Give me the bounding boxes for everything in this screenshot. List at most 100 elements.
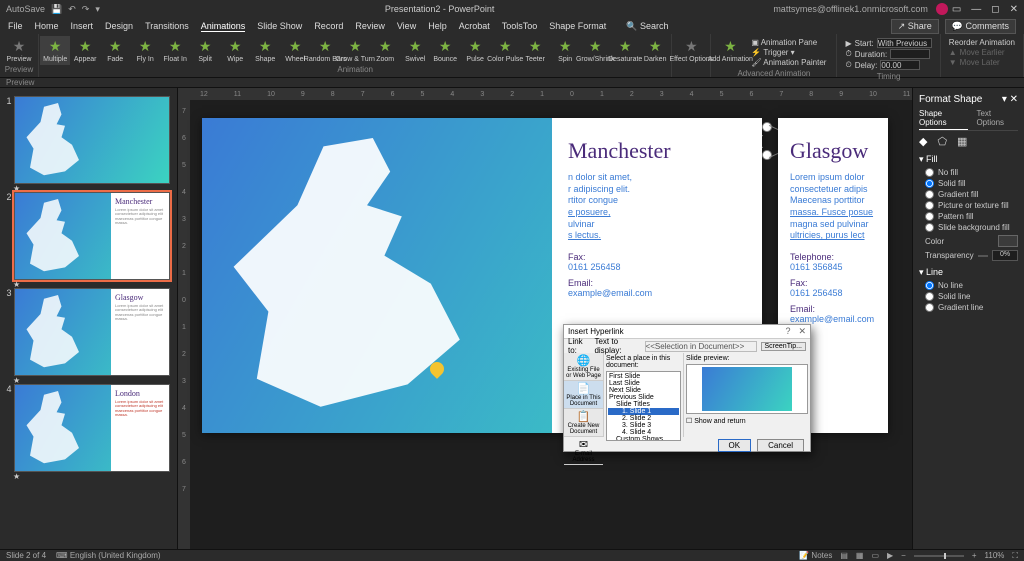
effect-split[interactable]: ★Split	[190, 36, 220, 65]
size-icon[interactable]: ▦	[957, 135, 967, 148]
minimize-icon[interactable]: —	[971, 4, 981, 15]
dialog-help-icon[interactable]: ?	[785, 326, 790, 337]
place-item[interactable]: 4. Slide 4	[608, 429, 679, 436]
place-item[interactable]: Next Slide	[608, 387, 679, 394]
effect-desaturate[interactable]: ★Desaturate	[610, 36, 640, 65]
link-place-in-doc[interactable]: 📄Place in This Document	[564, 381, 603, 409]
uk-map-shape[interactable]	[222, 138, 512, 418]
zoom-in-icon[interactable]: +	[972, 551, 977, 560]
link-create-new[interactable]: 📋Create New Document	[564, 409, 603, 437]
redo-icon[interactable]: ↷	[82, 4, 90, 15]
fill-option[interactable]: Pattern fill	[925, 212, 1018, 221]
tab-shape-options[interactable]: Shape Options	[919, 109, 968, 130]
menu-help[interactable]: Help	[428, 21, 447, 31]
menu-review[interactable]: Review	[355, 21, 385, 31]
line-option[interactable]: No line	[925, 281, 1018, 290]
fill-option[interactable]: Solid fill	[925, 179, 1018, 188]
autosave-toggle[interactable]: AutoSave	[6, 4, 45, 14]
zoom-value[interactable]: 110%	[985, 551, 1005, 560]
place-item[interactable]: 1. Slide 1	[608, 408, 679, 415]
comments-button[interactable]: 💬 Comments	[945, 19, 1016, 34]
animation-gallery[interactable]: ✦None★Multiple★Appear★Fade★Fly In★Float …	[39, 36, 672, 65]
effect-darken[interactable]: ★Darken	[640, 36, 670, 65]
maximize-icon[interactable]: ◻	[991, 4, 999, 15]
view-normal-icon[interactable]: ▤	[840, 551, 848, 560]
color-swatch[interactable]	[998, 235, 1018, 247]
zoom-out-icon[interactable]: −	[901, 551, 906, 560]
effect-fade[interactable]: ★Fade	[100, 36, 130, 65]
effects-icon[interactable]: ⬠	[937, 135, 947, 148]
view-slideshow-icon[interactable]: ▶	[887, 551, 893, 560]
effect-float-in[interactable]: ★Float In	[160, 36, 190, 65]
fill-option[interactable]: Slide background fill	[925, 223, 1018, 232]
fill-option[interactable]: Gradient fill	[925, 190, 1018, 199]
effect-shape[interactable]: ★Shape	[250, 36, 280, 65]
duration-input[interactable]	[890, 49, 930, 59]
fill-option[interactable]: No fill	[925, 168, 1018, 177]
slide-thumbnail-2[interactable]: ManchesterLorem ipsum dolor sit amet con…	[14, 192, 170, 280]
start-select[interactable]	[877, 38, 932, 48]
effect-grow-shrink[interactable]: ★Grow/Shrink	[580, 36, 610, 65]
slide-thumbnail-1[interactable]: ★	[14, 96, 170, 184]
place-item[interactable]: Previous Slide	[608, 394, 679, 401]
place-item[interactable]: Slide Titles	[608, 401, 679, 408]
slide-thumbnail-3[interactable]: GlasgowLorem ipsum dolor sit amet consec…	[14, 288, 170, 376]
link-existing-file[interactable]: 🌐Existing File or Web Page	[564, 353, 603, 381]
view-reading-icon[interactable]: ▭	[871, 551, 879, 560]
menu-file[interactable]: File	[8, 21, 23, 31]
screentip-button[interactable]: ScreenTip...	[761, 342, 806, 351]
save-icon[interactable]: 💾	[51, 4, 62, 15]
ok-button[interactable]: OK	[718, 439, 752, 452]
tab-text-options[interactable]: Text Options	[976, 109, 1018, 130]
user-email[interactable]: mattsymes@offlinek1.onmicrosoft.com	[773, 4, 928, 14]
menu-design[interactable]: Design	[105, 21, 133, 31]
effect-multiple[interactable]: ★Multiple	[40, 36, 70, 65]
menu-animations[interactable]: Animations	[201, 21, 246, 32]
slide-body[interactable]: n dolor sit amet,r adipiscing elit.rtito…	[568, 172, 746, 242]
ribbon-options-icon[interactable]: ▭	[952, 4, 961, 15]
slide-thumbnail-4[interactable]: LondonLorem ipsum dolor sit amet consect…	[14, 384, 170, 472]
cancel-button[interactable]: Cancel	[757, 439, 804, 452]
move-earlier-button[interactable]: ▲ Move Earlier	[949, 48, 1015, 57]
menu-record[interactable]: Record	[314, 21, 343, 31]
effect-swivel[interactable]: ★Swivel	[400, 36, 430, 65]
show-and-return-checkbox[interactable]: ☐ Show and return	[686, 417, 808, 425]
place-item[interactable]: Custom Shows	[608, 436, 679, 441]
effect-options-button[interactable]: ★Effect Options	[676, 36, 706, 65]
move-later-button[interactable]: ▼ Move Later	[949, 58, 1015, 67]
delay-input[interactable]	[880, 60, 920, 70]
effect-fly-in[interactable]: ★Fly In	[130, 36, 160, 65]
language-indicator[interactable]: ⌨ English (United Kingdom)	[56, 551, 161, 560]
effect-zoom[interactable]: ★Zoom	[370, 36, 400, 65]
zoom-slider[interactable]	[914, 555, 964, 557]
animation-painter-button[interactable]: 🖌 Animation Painter	[751, 58, 826, 67]
menu-slideshow[interactable]: Slide Show	[257, 21, 302, 31]
slide-thumbnails-panel[interactable]: 1★2ManchesterLorem ipsum dolor sit amet …	[0, 88, 178, 549]
notes-button[interactable]: 📝 Notes	[799, 551, 832, 560]
menu-home[interactable]: Home	[35, 21, 59, 31]
transparency-slider[interactable]	[978, 255, 988, 257]
menu-acrobat[interactable]: Acrobat	[459, 21, 490, 31]
menu-view[interactable]: View	[397, 21, 416, 31]
view-sorter-icon[interactable]: ▦	[856, 551, 864, 560]
user-avatar[interactable]	[936, 3, 948, 15]
fill-option[interactable]: Picture or texture fill	[925, 201, 1018, 210]
preview-button[interactable]: ★Preview	[4, 36, 34, 65]
effect-pulse[interactable]: ★Pulse	[460, 36, 490, 65]
effect-wipe[interactable]: ★Wipe	[220, 36, 250, 65]
place-item[interactable]: 2. Slide 2	[608, 415, 679, 422]
line-option[interactable]: Solid line	[925, 292, 1018, 301]
qat-more-icon[interactable]: ▾	[95, 4, 100, 15]
animation-pane-button[interactable]: ▣ Animation Pane	[751, 38, 826, 47]
pane-close-icon[interactable]: ▾ ✕	[1002, 94, 1018, 105]
menu-insert[interactable]: Insert	[71, 21, 94, 31]
line-section-header[interactable]: ▾ Line	[919, 267, 1018, 278]
share-button[interactable]: ↗ Share	[891, 19, 939, 34]
dialog-close-icon[interactable]: ✕	[798, 326, 806, 337]
menu-toolstoo[interactable]: ToolsToo	[502, 21, 538, 31]
trigger-button[interactable]: ⚡ Trigger ▾	[751, 48, 826, 57]
slide-counter[interactable]: Slide 2 of 4	[6, 551, 46, 560]
transparency-value[interactable]: 0%	[992, 250, 1018, 261]
place-item[interactable]: Last Slide	[608, 380, 679, 387]
undo-icon[interactable]: ↶	[68, 4, 76, 15]
